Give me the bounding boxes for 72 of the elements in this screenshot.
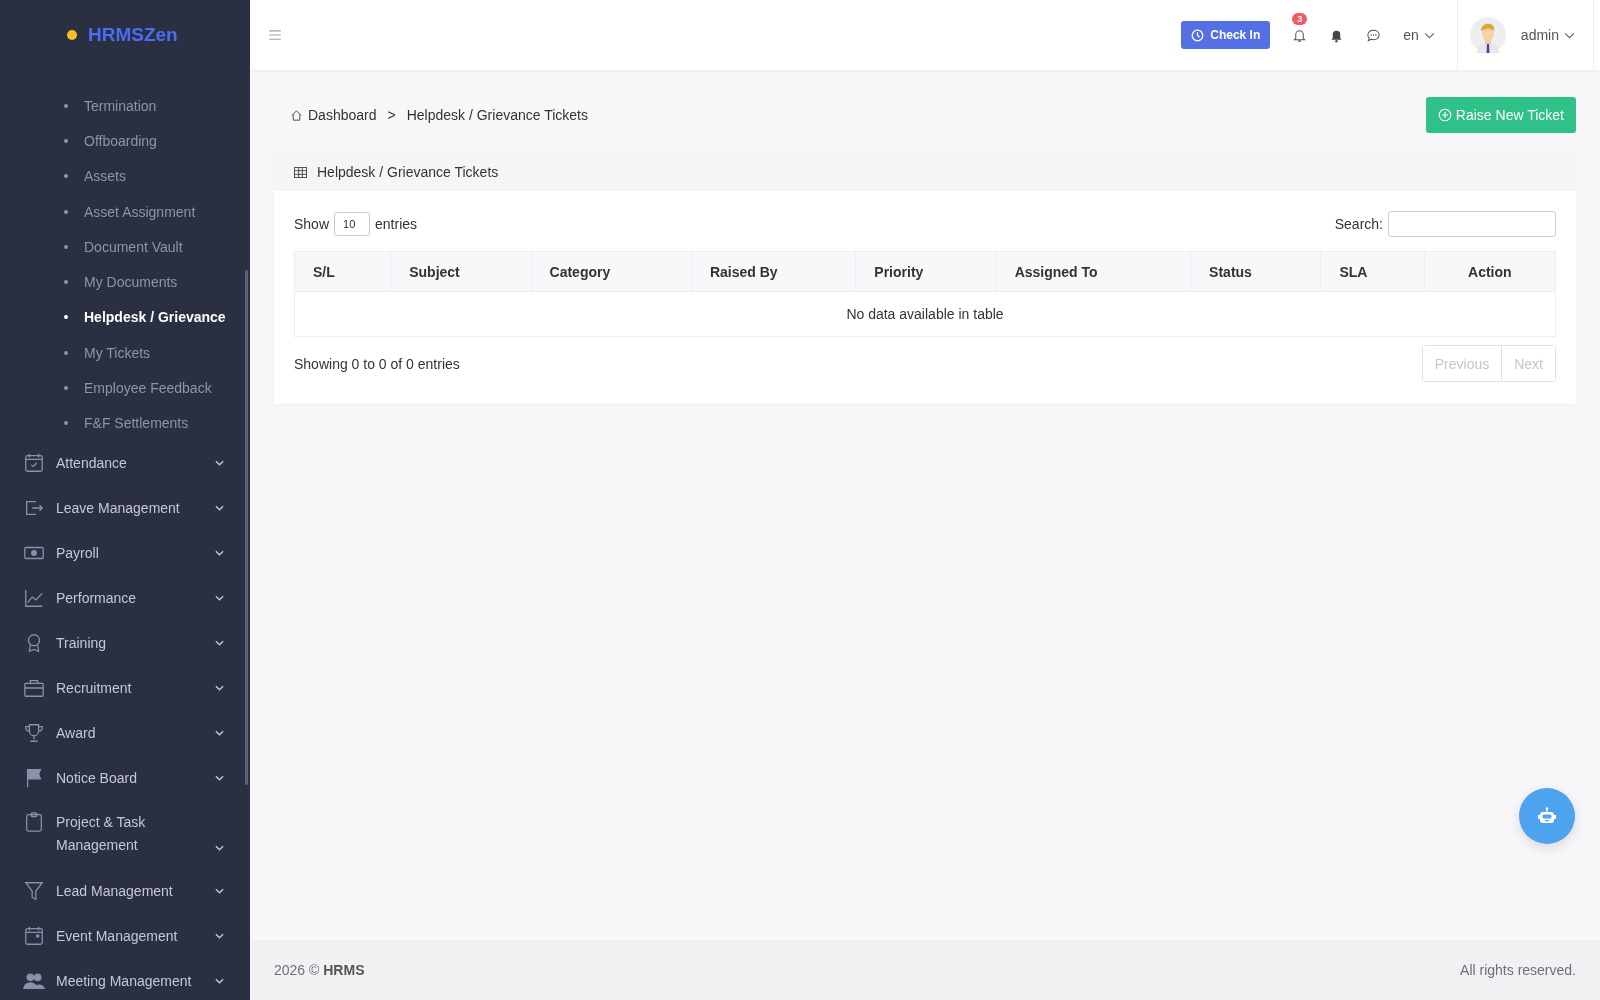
sidebar-subitem[interactable]: Employee Feedback: [0, 370, 250, 406]
sidebar-subitem[interactable]: Assets: [0, 158, 250, 194]
rights-text: All rights reserved.: [1460, 962, 1576, 978]
logo-dot-icon: [67, 30, 77, 40]
breadcrumb-link[interactable]: Dashboard: [308, 107, 377, 123]
sidebar-subitem[interactable]: My Tickets: [0, 335, 250, 371]
search-field[interactable]: [1388, 211, 1556, 237]
sidebar-item[interactable]: Attendance: [0, 440, 250, 486]
column-header[interactable]: S/L: [294, 251, 391, 292]
sidebar-subitem[interactable]: Helpdesk / Grievance: [0, 299, 250, 336]
sidebar-item[interactable]: Performance: [0, 575, 250, 621]
chevron-icon: [215, 685, 224, 692]
column-header[interactable]: Status: [1190, 251, 1321, 292]
column-header[interactable]: Raised By: [691, 251, 856, 292]
sidebar-subitem[interactable]: Offboarding: [0, 123, 250, 159]
sidebar-subitem[interactable]: My Documents: [0, 264, 250, 300]
entries-info: Showing 0 to 0 of 0 entries: [294, 355, 460, 372]
sidebar-item[interactable]: Training: [0, 620, 250, 666]
plus-circle-icon: [1437, 108, 1452, 122]
sidebar-subitem[interactable]: F&F Settlements: [0, 405, 250, 441]
language-dropdown[interactable]: en: [1403, 27, 1435, 43]
chevron-icon: [215, 844, 224, 851]
card-title: Helpdesk / Grievance Tickets: [317, 164, 499, 180]
breadcrumb-current: Helpdesk / Grievance Tickets: [406, 107, 588, 123]
avatar[interactable]: [1469, 17, 1506, 53]
page-size-select[interactable]: 10: [334, 212, 371, 236]
search-label: Search:: [1334, 216, 1383, 232]
show-label: Show: [294, 216, 330, 232]
sidebar-item[interactable]: Notice Board: [0, 755, 250, 801]
entries-label: entries: [375, 216, 418, 232]
column-header[interactable]: Assigned To: [996, 251, 1191, 292]
chevron-icon: [215, 595, 224, 602]
empty-message: No data available in table: [294, 291, 1556, 337]
chevron-icon: [215, 460, 224, 467]
notification-count: 3: [1292, 12, 1308, 25]
column-header[interactable]: Subject: [390, 251, 532, 292]
breadcrumb-separator: >: [387, 107, 396, 123]
chevron-icon: [215, 888, 224, 895]
sidebar-subitem[interactable]: Termination: [0, 88, 250, 124]
sidebar-item[interactable]: Award: [0, 710, 250, 756]
chevron-icon: [1564, 31, 1575, 39]
copyright-text: 2026 © HRMS: [274, 962, 365, 978]
user-menu[interactable]: admin: [1520, 27, 1575, 43]
column-header[interactable]: Category: [531, 251, 692, 292]
sidebar-item[interactable]: Event Management: [0, 913, 250, 959]
sidebar-item[interactable]: Meeting Management: [0, 958, 250, 1000]
column-header[interactable]: Action: [1424, 251, 1556, 292]
chevron-icon: [1423, 31, 1435, 39]
sidebar-item[interactable]: Project & Task Management: [0, 800, 250, 869]
chevron-icon: [215, 505, 224, 512]
chevron-icon: [215, 730, 224, 737]
sidebar-subitem[interactable]: Document Vault: [0, 229, 250, 265]
sidebar-item[interactable]: Lead Management: [0, 868, 250, 914]
chat-icon[interactable]: [1366, 27, 1382, 43]
chevron-icon: [215, 550, 224, 557]
chevron-icon: [215, 775, 224, 782]
column-header[interactable]: Priority: [855, 251, 997, 292]
home-icon: [290, 108, 303, 122]
chatbot-button[interactable]: [1519, 788, 1575, 844]
sidebar-subitem[interactable]: Asset Assignment: [0, 193, 250, 230]
table-icon: [294, 166, 307, 178]
bell-icon[interactable]: [1292, 27, 1308, 43]
sidebar-item[interactable]: Recruitment: [0, 665, 250, 711]
sidebar-item[interactable]: Payroll: [0, 530, 250, 576]
chevron-icon: [215, 640, 224, 647]
check-in-button[interactable]: Check In: [1181, 21, 1271, 49]
column-header[interactable]: SLA: [1320, 251, 1425, 292]
clock-icon: [1191, 28, 1205, 42]
chevron-icon: [215, 978, 224, 985]
chevron-icon: [215, 933, 224, 940]
scrollbar[interactable]: [245, 270, 248, 785]
sidebar-item[interactable]: Leave Management: [0, 485, 250, 531]
